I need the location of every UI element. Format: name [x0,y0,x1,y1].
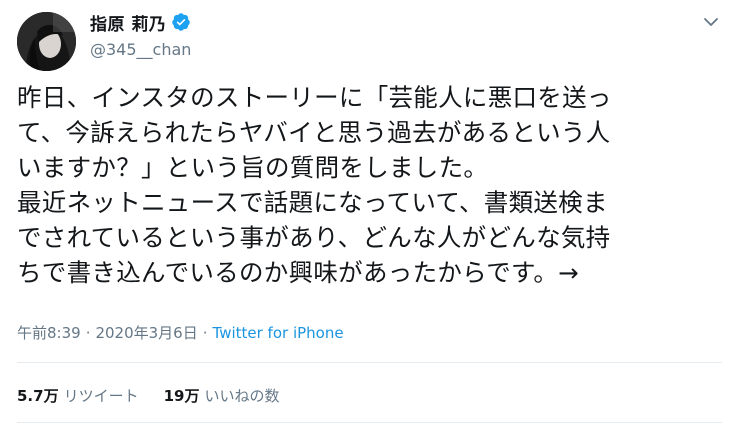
tweet-text: 昨日、インスタのストーリーに「芸能人に悪口を送っ て、今訴えられたらヤバイと思う… [17,83,612,287]
tweet-date[interactable]: 2020年3月6日 [95,322,197,343]
tweet-source-link[interactable]: Twitter for iPhone [213,324,344,342]
retweets-stat[interactable]: 5.7万 リツイート [17,385,139,406]
verified-badge-icon [171,12,191,32]
tweet-card: 指原 莉乃 @345__chan 昨日、インスタのストーリーに「芸能人に悪口を送… [0,0,739,430]
divider [17,362,722,363]
author-name-row[interactable]: 指原 莉乃 [90,10,191,35]
tweet-meta: 午前8:39 · 2020年3月6日 · Twitter for iPhone [17,322,344,343]
likes-label: いいねの数 [204,387,280,405]
likes-count: 19万 [163,387,200,405]
tweet-stats: 5.7万 リツイート 19万 いいねの数 [17,385,279,406]
display-name[interactable]: 指原 莉乃 [90,10,166,35]
divider [17,422,722,423]
handle[interactable]: @345__chan [90,40,191,59]
chevron-down-icon[interactable] [701,12,721,32]
avatar[interactable] [17,12,76,71]
meta-separator: · [202,323,208,342]
avatar-image [17,12,76,71]
likes-stat[interactable]: 19万 いいねの数 [164,385,280,406]
retweets-count: 5.7万 [17,387,59,405]
retweets-label: リツイート [63,387,139,405]
meta-separator: · [85,323,91,342]
tweet-time[interactable]: 午前8:39 [17,322,81,343]
